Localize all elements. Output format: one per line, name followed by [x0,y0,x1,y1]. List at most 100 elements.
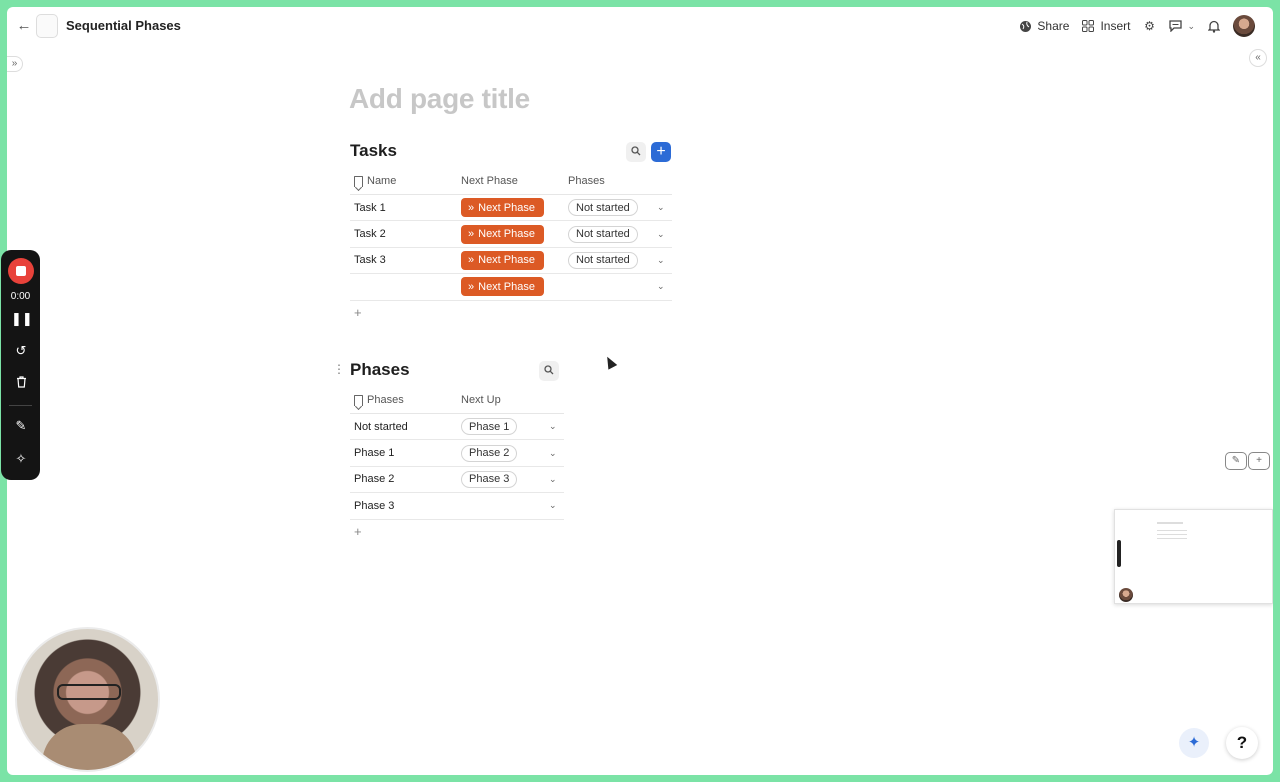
phase-dropdown[interactable]: ⌄ [657,221,665,246]
next-phase-button[interactable]: » Next Phase [461,198,544,218]
thumb-recorder-bar [1117,540,1121,567]
chevron-down-icon: ⌄ [657,281,665,292]
column-header-phases[interactable]: Phases [568,168,605,194]
pause-icon[interactable]: ❚❚ [11,309,33,329]
phase-pill[interactable]: Not started [568,251,638,269]
gear-icon[interactable]: ⚙ [1142,19,1156,33]
bell-icon[interactable] [1207,19,1221,33]
next-phase-button[interactable]: » Next Phase [461,250,544,270]
phase-dropdown[interactable]: ⌄ [657,274,665,299]
phase-pill[interactable]: Not started [568,225,638,243]
phase-name-cell[interactable]: Phase 1 [354,440,394,465]
table-row: Phase 1 Phase 2 ⌄ [350,440,564,467]
pencil-icon[interactable]: ✎ [11,416,31,436]
add-task-button[interactable]: + [651,142,671,162]
chevron-down-icon: ⌄ [549,447,557,458]
share-label: Share [1037,19,1070,33]
expand-sidebar-icon[interactable]: » [7,56,23,72]
phase-cell: Not started [568,221,638,246]
plus-icon: + [656,143,666,160]
next-up-dropdown[interactable]: ⌄ [549,467,557,492]
collapse-panel-icon[interactable]: « [1249,49,1267,67]
next-phase-button[interactable]: » Next Phase [461,277,544,297]
document-icon [36,14,58,38]
phases-search-button[interactable] [539,361,559,381]
phase-cell: Not started [568,195,638,220]
chevron-down-icon: ⌄ [657,202,665,213]
next-phase-button[interactable]: » Next Phase [461,224,544,244]
share-button[interactable]: Share [1018,19,1069,33]
next-phase-button-label: Next Phase [478,280,535,293]
block-menu-icon[interactable]: ⋮ [333,363,345,375]
table-row: Task 1 » Next Phase Not started ⌄ [350,195,672,222]
globe-icon [1018,19,1032,33]
next-up-pill[interactable]: Phase 2 [461,444,518,462]
next-up-cell: Phase 3 [461,467,518,492]
double-chevron-icon: » [468,201,475,214]
add-comment-icon[interactable]: + [1248,452,1270,470]
next-up-pill[interactable]: Phase 1 [461,418,518,436]
recording-time: 0:00 [10,291,31,302]
help-button[interactable]: ? [1226,727,1258,759]
table-row: Task 3 » Next Phase Not started ⌄ [350,248,672,275]
column-header-next-up[interactable]: Next Up [461,387,501,413]
comments-button[interactable]: ⌄ [1168,19,1195,33]
next-phase-button-label: Next Phase [478,201,535,214]
page-title-placeholder[interactable]: Add page title [349,83,530,115]
chevron-down-icon: ⌄ [657,228,665,239]
task-name-cell[interactable]: Task 3 [354,248,386,273]
table-row: Phase 2 Phase 3 ⌄ [350,467,564,494]
restart-icon[interactable]: ↺ [11,341,31,361]
insert-button[interactable]: Insert [1081,19,1130,33]
column-header-name[interactable]: Name [354,168,396,194]
next-up-pill[interactable]: Phase 3 [461,470,518,488]
trash-icon[interactable] [11,374,31,394]
column-header-label: Next Up [461,394,501,406]
chevron-down-icon: ⌄ [549,500,557,511]
tasks-table-header: Name Next Phase Phases [350,168,672,195]
add-phase-row-button[interactable]: + [354,524,362,539]
task-name-cell[interactable]: Task 1 [354,195,386,220]
chevron-down-icon: ⌄ [657,254,665,265]
bookmark-icon [354,394,363,406]
next-up-dropdown[interactable]: ⌄ [549,414,557,439]
double-chevron-icon: » [468,280,475,293]
phase-name-cell[interactable]: Phase 2 [354,467,394,492]
user-avatar[interactable] [1233,15,1255,37]
task-name-cell[interactable]: Task 2 [354,221,386,246]
phase-dropdown[interactable]: ⌄ [657,195,665,220]
sparkle-icon[interactable]: ✦ [1179,728,1209,758]
next-phase-cell: » Next Phase [461,274,544,299]
column-header-phases[interactable]: Phases [354,387,404,413]
double-chevron-icon: » [468,254,475,267]
mouse-cursor [602,354,618,370]
magic-wand-icon[interactable]: ✧ [11,449,31,469]
phase-pill[interactable]: Not started [568,199,638,217]
next-up-dropdown[interactable]: ⌄ [549,493,557,518]
insert-label: Insert [1100,19,1131,33]
phases-table: Phases Next Up Not started Phase 1 ⌄ Pha… [350,387,564,520]
back-arrow-icon[interactable]: ← [15,17,33,35]
next-up-cell: Phase 1 [461,414,518,439]
stop-recording-button[interactable] [8,258,34,284]
next-phase-cell: » Next Phase [461,195,544,220]
tasks-search-button[interactable] [626,142,646,162]
grid-icon [1081,19,1095,33]
recording-toolbar: 0:00 ❚❚ ↺ ✎ ✧ [1,250,40,480]
table-row: Not started Phase 1 ⌄ [350,414,564,441]
phases-title: Phases [350,360,410,379]
phases-table-header: Phases Next Up [350,387,564,414]
column-header-next-phase[interactable]: Next Phase [461,168,518,194]
next-phase-cell: » Next Phase [461,221,544,246]
tasks-title: Tasks [350,141,397,160]
screen-preview-thumbnail[interactable] [1114,509,1273,604]
edit-comment-icon[interactable]: ✎ [1225,452,1247,470]
phase-name-cell[interactable]: Phase 3 [354,493,394,518]
add-task-row-button[interactable]: + [354,305,362,320]
webcam-bubble[interactable] [15,627,160,772]
column-header-label: Phases [568,175,605,187]
next-up-dropdown[interactable]: ⌄ [549,440,557,465]
phase-dropdown[interactable]: ⌄ [657,248,665,273]
next-phase-button-label: Next Phase [478,254,535,267]
phase-name-cell[interactable]: Not started [354,414,408,439]
